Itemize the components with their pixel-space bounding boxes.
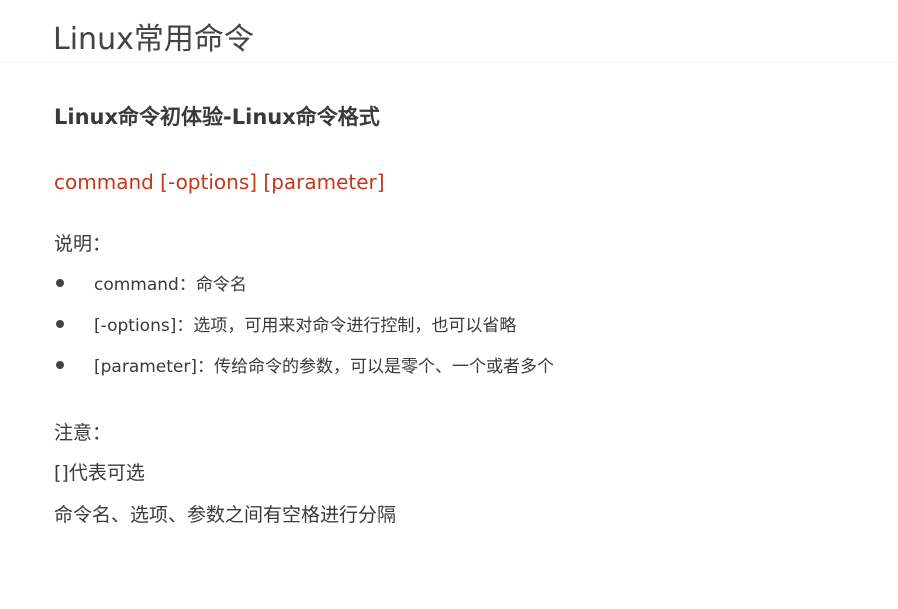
title-divider bbox=[0, 62, 898, 63]
list-item-text: command：命令名 bbox=[94, 275, 247, 295]
list-item: [-options]：选项，可用来对命令进行控制，也可以省略 bbox=[54, 303, 554, 344]
list-item-text: [parameter]：传给命令的参数，可以是零个、一个或者多个 bbox=[94, 357, 555, 377]
bullet-icon bbox=[56, 319, 64, 328]
list-item: [parameter]：传给命令的参数，可以是零个、一个或者多个 bbox=[54, 344, 554, 385]
note-line-separator: 命令名、选项、参数之间有空格进行分隔 bbox=[54, 504, 397, 526]
list-item: command：命令名 bbox=[54, 262, 554, 303]
bullet-icon bbox=[56, 278, 64, 287]
section-subtitle: Linux命令初体验-Linux命令格式 bbox=[54, 105, 380, 129]
bullet-icon bbox=[56, 360, 64, 369]
explanation-list: command：命令名 [-options]：选项，可用来对命令进行控制，也可以… bbox=[54, 262, 554, 385]
explanation-label: 说明： bbox=[54, 233, 112, 255]
command-syntax: command [-options] [parameter] bbox=[54, 170, 385, 194]
list-item-text: [-options]：选项，可用来对命令进行控制，也可以省略 bbox=[94, 316, 517, 336]
slide-title: Linux常用命令 bbox=[53, 22, 254, 57]
note-line-optional: []代表可选 bbox=[54, 462, 145, 484]
notes-label: 注意： bbox=[54, 422, 112, 444]
